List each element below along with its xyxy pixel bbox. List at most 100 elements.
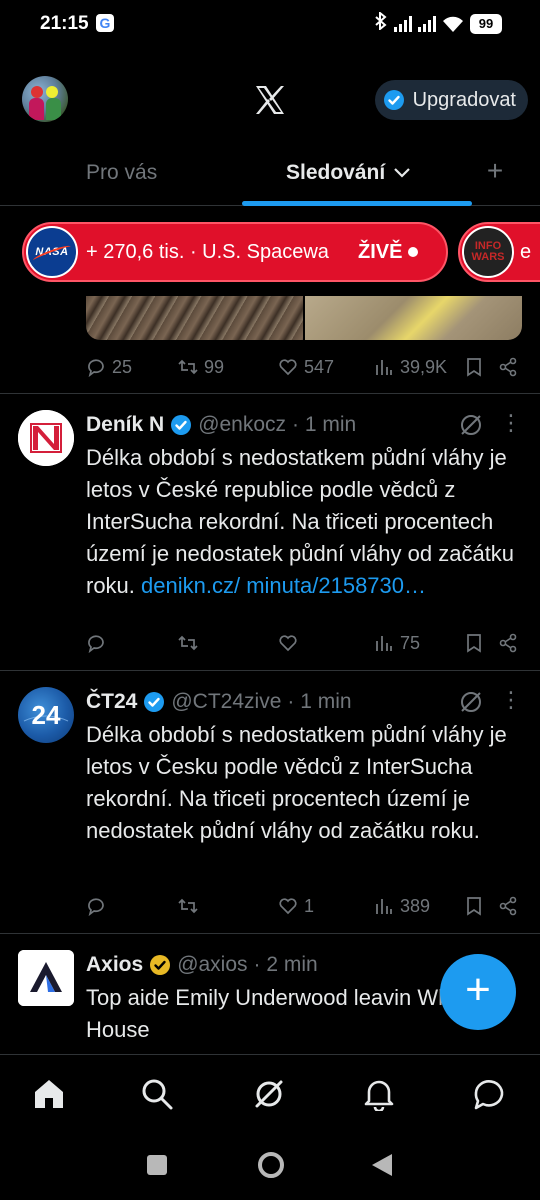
- repost-button[interactable]: 99: [178, 352, 224, 382]
- author-handle[interactable]: @CT24zive: [171, 690, 281, 714]
- tweet-header: Deník N @enkocz · 1 min: [86, 410, 356, 440]
- tweet-denikn-actions: 75: [86, 628, 522, 658]
- tab-following[interactable]: Sledování: [286, 140, 411, 206]
- bookmark-icon: [467, 897, 481, 916]
- x-logo-icon[interactable]: [250, 80, 290, 120]
- add-tab-button[interactable]: +: [480, 156, 510, 186]
- share-icon: [499, 896, 517, 916]
- heart-icon: [279, 635, 297, 652]
- live-space-text-2: e: [520, 240, 532, 263]
- bookmark-button[interactable]: [464, 891, 484, 921]
- verified-badge-icon: [383, 90, 404, 110]
- tweet-time: · 2 min: [253, 953, 318, 976]
- author-handle[interactable]: @axios: [177, 953, 247, 977]
- status-bar: 21:15 G 99: [0, 0, 540, 48]
- tweet-text: Délka období s nedostatkem půdní vláhy j…: [86, 442, 522, 602]
- home-circle-icon[interactable]: [256, 1150, 286, 1180]
- author-name[interactable]: Deník N: [86, 413, 164, 437]
- avatar-axios[interactable]: [18, 950, 74, 1006]
- live-spaces-row: NASA + 270,6 tis. · U.S. Spacewa ŽIVĚ IN…: [0, 222, 540, 290]
- live-space-text: + 270,6 tis. · U.S. Spacewa: [86, 240, 329, 263]
- battery-icon: 99: [470, 13, 502, 34]
- views-button[interactable]: 75: [374, 628, 420, 658]
- reply-button[interactable]: [86, 891, 112, 921]
- messages-icon[interactable]: [472, 1077, 506, 1111]
- bookmark-button[interactable]: [464, 628, 484, 658]
- like-button[interactable]: [278, 628, 304, 658]
- like-button[interactable]: 547: [278, 352, 334, 382]
- repost-icon: [178, 898, 198, 914]
- bookmark-icon: [467, 358, 481, 377]
- back-icon[interactable]: [370, 1152, 394, 1178]
- live-space-pill[interactable]: NASA + 270,6 tis. · U.S. Spacewa ŽIVĚ: [22, 222, 448, 282]
- views-count: 39,9K: [400, 356, 448, 377]
- repost-icon: [178, 635, 198, 651]
- views-count: 75: [400, 632, 421, 653]
- profile-avatar[interactable]: [22, 76, 68, 122]
- bookmark-icon: [467, 634, 481, 653]
- avatar-ct24[interactable]: 24: [18, 687, 74, 743]
- share-button[interactable]: [498, 628, 518, 658]
- more-options-icon[interactable]: ⋮: [500, 689, 522, 715]
- views-icon: [376, 899, 392, 914]
- bell-icon[interactable]: [362, 1077, 396, 1111]
- grok-icon[interactable]: [252, 1077, 286, 1111]
- author-name[interactable]: Axios: [86, 953, 143, 977]
- wifi-icon: [443, 16, 463, 32]
- post-image-2[interactable]: [305, 296, 522, 340]
- infowars-badge-line2: WARS: [471, 251, 505, 263]
- author-name[interactable]: ČT24: [86, 690, 137, 714]
- heart-icon: [279, 898, 297, 915]
- signal-icon: [394, 15, 412, 32]
- author-handle[interactable]: @enkocz: [198, 413, 286, 437]
- heart-icon: [279, 359, 297, 376]
- live-label: ŽIVĚ: [358, 240, 403, 263]
- tweet-header: Axios @axios · 2 min: [86, 950, 318, 980]
- share-button[interactable]: [498, 352, 518, 382]
- prev-post-actions: 25 99 547 39,9K: [86, 352, 522, 382]
- grok-icon[interactable]: [458, 689, 484, 715]
- views-button[interactable]: 39,9K: [374, 352, 447, 382]
- verified-badge-icon: [171, 415, 192, 435]
- live-space-pill-2[interactable]: INFO WARS e: [458, 222, 540, 282]
- tab-for-you[interactable]: Pro vás: [86, 140, 157, 206]
- bookmark-button[interactable]: [464, 352, 484, 382]
- views-icon: [376, 360, 392, 375]
- tab-for-you-label: Pro vás: [86, 161, 158, 184]
- post-image-1[interactable]: [86, 296, 303, 340]
- repost-button[interactable]: [178, 628, 204, 658]
- grok-icon[interactable]: [458, 412, 484, 438]
- upgrade-button[interactable]: Upgradovat: [374, 80, 528, 120]
- infowars-logo-icon: INFO WARS: [462, 226, 514, 278]
- active-tab-indicator: [242, 201, 472, 206]
- reply-icon: [88, 898, 104, 916]
- chevron-down-icon: [394, 168, 410, 178]
- divider: [0, 933, 540, 934]
- reply-count: 25: [112, 356, 133, 377]
- avatar-denikn[interactable]: [18, 410, 74, 466]
- reply-button[interactable]: [86, 628, 112, 658]
- tweet-ct24-actions: 1 389: [86, 891, 522, 921]
- like-button[interactable]: 1: [278, 891, 314, 921]
- axios-logo-icon: [18, 950, 74, 1006]
- post-media[interactable]: [86, 296, 522, 340]
- status-time: 21:15: [40, 13, 89, 34]
- compose-button[interactable]: +: [440, 954, 516, 1030]
- tab-following-label: Sledování: [286, 161, 386, 184]
- like-count: 1: [304, 895, 315, 916]
- reply-icon: [88, 635, 104, 653]
- tweet-time: · 1 min: [292, 413, 357, 436]
- home-icon[interactable]: [32, 1077, 66, 1111]
- divider: [0, 670, 540, 671]
- search-icon[interactable]: [140, 1077, 174, 1111]
- system-navigation: [0, 1134, 540, 1200]
- tweet-link[interactable]: denikn.cz/ minuta/2158730…: [141, 573, 426, 598]
- nasa-badge-text: NASA: [35, 246, 69, 258]
- share-button[interactable]: [498, 891, 518, 921]
- repost-button[interactable]: [178, 891, 204, 921]
- recent-apps-icon[interactable]: [146, 1154, 168, 1176]
- feed-tabs: Pro vás Sledování +: [0, 140, 540, 206]
- views-button[interactable]: 389: [374, 891, 430, 921]
- reply-button[interactable]: 25: [86, 352, 132, 382]
- more-options-icon[interactable]: ⋮: [500, 412, 522, 438]
